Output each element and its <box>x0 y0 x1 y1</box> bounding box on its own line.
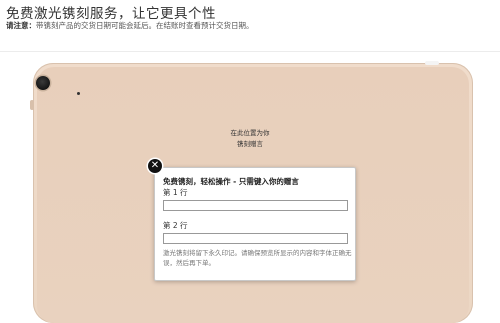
line-2-input[interactable] <box>163 233 348 244</box>
engraving-preview: 在此位置为你 镌刻赠言 <box>220 128 280 150</box>
divider <box>0 51 500 52</box>
popup-heading: 免费镌刻，轻松操作 - 只需键入你的赠言 <box>163 177 299 186</box>
preview-line-1: 在此位置为你 <box>230 129 270 137</box>
close-icon[interactable]: ✕ <box>148 159 162 173</box>
preview-line-2: 镌刻赠言 <box>237 140 263 148</box>
camera-icon <box>36 76 50 90</box>
engraving-disclaimer: 激光镌刻将留下永久印记。请确保预览所显示的内容和字体正确无误，然后再下单。 <box>163 249 352 267</box>
microphone-dot <box>77 92 80 95</box>
page-title: 免费激光镌刻服务，让它更具个性 <box>6 6 216 22</box>
line-1-input[interactable] <box>163 200 348 211</box>
volume-button <box>30 100 34 110</box>
line-2-label: 第 2 行 <box>163 221 188 230</box>
notice-text: 带镌刻产品的交货日期可能会延后。在结账时查看预计交货日期。 <box>36 21 254 30</box>
notice: 请注意：带镌刻产品的交货日期可能会延后。在结账时查看预计交货日期。 <box>6 20 254 31</box>
power-button <box>425 61 439 65</box>
engraving-popup: 免费镌刻，轻松操作 - 只需键入你的赠言 第 1 行 第 2 行 激光镌刻将留下… <box>154 167 356 281</box>
line-1-label: 第 1 行 <box>163 188 188 197</box>
notice-label: 请注意： <box>6 21 36 30</box>
